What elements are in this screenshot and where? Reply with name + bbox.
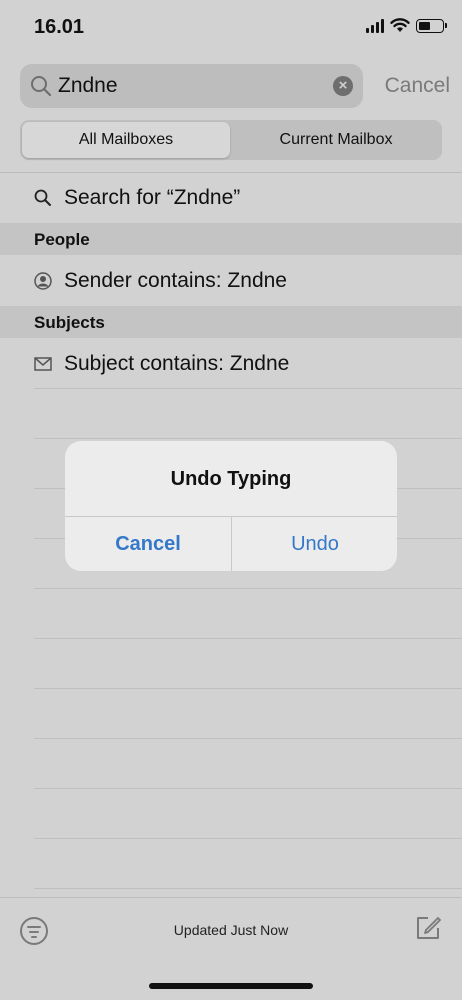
list-divider (34, 588, 462, 589)
sender-suggestion[interactable]: Sender contains: Zndne (0, 256, 462, 306)
update-status: Updated Just Now (173, 922, 289, 938)
search-icon (34, 189, 51, 206)
battery-icon (416, 18, 447, 33)
subject-suggestion[interactable]: Subject contains: Zndne (0, 339, 462, 389)
home-indicator[interactable] (149, 983, 313, 989)
list-divider (34, 438, 462, 439)
list-divider (34, 788, 462, 789)
status-time: 16.01 (34, 16, 85, 38)
envelope-icon (34, 357, 52, 371)
undo-typing-alert: Undo Typing Cancel Undo (65, 441, 397, 571)
subject-text: Subject contains: Zndne (64, 352, 290, 375)
list-divider (34, 838, 462, 839)
list-divider (34, 388, 462, 389)
search-query-text: Zndne (58, 74, 118, 97)
current-mailbox-tab[interactable]: Current Mailbox (232, 122, 440, 158)
alert-undo-button[interactable]: Undo (232, 517, 397, 571)
clear-icon[interactable]: × (333, 76, 353, 96)
wifi-icon (390, 18, 410, 32)
alert-title: Undo Typing (170, 468, 292, 490)
search-icon (31, 76, 52, 97)
person-circle-icon (34, 272, 52, 290)
all-mailboxes-tab[interactable]: All Mailboxes (22, 122, 230, 158)
list-divider (34, 738, 462, 739)
signal-icon (366, 18, 384, 33)
alert-cancel-button[interactable]: Cancel (65, 517, 231, 571)
mailbox-scope-control: All Mailboxes Current Mailbox (20, 120, 442, 160)
people-header-label: People (34, 230, 90, 249)
search-cancel-button[interactable]: Cancel (385, 74, 450, 98)
subjects-section-header: Subjects (0, 306, 462, 338)
status-bar: 16.01 (0, 0, 462, 56)
subjects-header-label: Subjects (34, 313, 105, 332)
search-row: Zndne × Cancel (20, 64, 450, 108)
people-section-header: People (0, 223, 462, 255)
list-divider (34, 688, 462, 689)
status-icons (366, 18, 447, 33)
search-input[interactable]: Zndne × (20, 64, 363, 108)
list-divider (34, 638, 462, 639)
search-for-text: Search for “Zndne” (64, 186, 241, 209)
search-for-suggestion[interactable]: Search for “Zndne” (0, 173, 462, 223)
list-divider (34, 888, 462, 889)
sender-text: Sender contains: Zndne (64, 269, 287, 292)
compose-icon[interactable] (414, 914, 442, 942)
